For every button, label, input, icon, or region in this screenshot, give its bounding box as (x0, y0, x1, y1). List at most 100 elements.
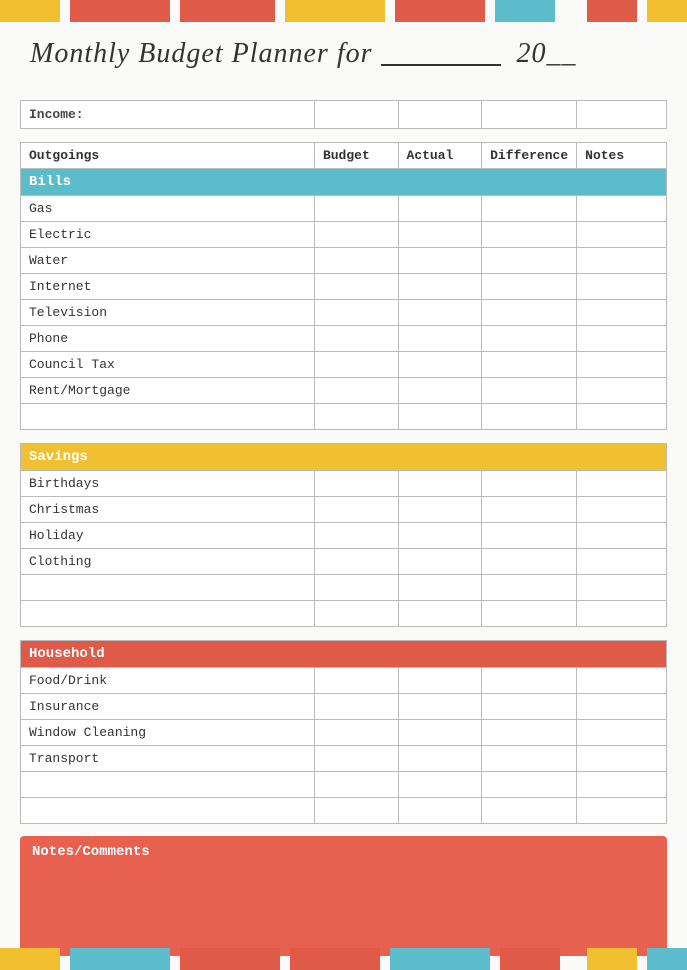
bar-yellow-2 (285, 0, 385, 22)
row-insurance: Insurance (21, 694, 667, 720)
content-area: Income: Outgoings Budget Actual Differen… (20, 100, 667, 930)
bot-bar-red-3 (500, 948, 560, 970)
category-bills: Bills (21, 169, 667, 196)
column-header-row: Outgoings Budget Actual Difference Notes (21, 143, 667, 169)
row-transport: Transport (21, 746, 667, 772)
item-phone: Phone (21, 326, 315, 352)
title-line (381, 32, 501, 66)
item-television: Television (21, 300, 315, 326)
row-phone: Phone (21, 326, 667, 352)
bot-bar-yellow-2 (587, 948, 637, 970)
bills-label: Bills (21, 169, 667, 196)
bar-red-1 (70, 0, 170, 22)
row-television: Television (21, 300, 667, 326)
bar-gap-1 (60, 0, 70, 22)
bills-empty-1 (21, 404, 667, 430)
income-row: Income: (21, 101, 667, 129)
item-holiday: Holiday (21, 523, 315, 549)
title-area: Monthly Budget Planner for 20__ (30, 32, 657, 70)
bar-gap-3 (275, 0, 285, 22)
income-label: Income: (21, 101, 315, 129)
savings-label: Savings (21, 444, 667, 471)
bot-bar-gap-4 (380, 948, 390, 970)
category-household: Household (21, 641, 667, 668)
income-notes (577, 101, 667, 129)
item-internet: Internet (21, 274, 315, 300)
bar-yellow-3 (647, 0, 687, 22)
bar-red-3 (395, 0, 485, 22)
notes-section: Notes/Comments (20, 836, 667, 956)
bot-bar-gap-7 (637, 948, 647, 970)
income-diff (482, 101, 577, 129)
col-outgoings-header: Outgoings (21, 143, 315, 169)
item-water: Water (21, 248, 315, 274)
category-savings: Savings (21, 444, 667, 471)
budget-table: Income: Outgoings Budget Actual Differen… (20, 100, 667, 824)
item-christmas: Christmas (21, 497, 315, 523)
item-rent-mortgage: Rent/Mortgage (21, 378, 315, 404)
bot-bar-gap-5 (490, 948, 500, 970)
item-insurance: Insurance (21, 694, 315, 720)
bot-bar-gap-6 (560, 948, 587, 970)
row-clothing: Clothing (21, 549, 667, 575)
bot-bar-red-1 (180, 948, 280, 970)
row-birthdays: Birthdays (21, 471, 667, 497)
bar-gap-5 (485, 0, 495, 22)
bot-bar-blue-2 (390, 948, 490, 970)
bot-bar-red-2 (290, 948, 380, 970)
title-suffix: 20__ (517, 38, 577, 69)
item-council-tax: Council Tax (21, 352, 315, 378)
item-transport: Transport (21, 746, 315, 772)
page: Monthly Budget Planner for 20__ Income: (0, 0, 687, 970)
row-council-tax: Council Tax (21, 352, 667, 378)
notes-content (32, 866, 655, 956)
row-christmas: Christmas (21, 497, 667, 523)
item-food-drink: Food/Drink (21, 668, 315, 694)
bot-bar-blue-1 (70, 948, 170, 970)
bar-gap-6 (555, 0, 587, 22)
bot-bar-gap-3 (280, 948, 290, 970)
household-label: Household (21, 641, 667, 668)
notes-label: Notes/Comments (32, 844, 655, 860)
income-budget (314, 101, 398, 129)
row-water: Water (21, 248, 667, 274)
bot-bar-blue-3 (647, 948, 687, 970)
item-electric: Electric (21, 222, 315, 248)
bottom-bar (0, 948, 687, 970)
savings-empty-2 (21, 601, 667, 627)
bar-gap-4 (385, 0, 395, 22)
bar-red-4 (587, 0, 637, 22)
row-food-drink: Food/Drink (21, 668, 667, 694)
col-notes-header: Notes (577, 143, 667, 169)
bot-bar-gap-2 (170, 948, 180, 970)
item-window-cleaning: Window Cleaning (21, 720, 315, 746)
spacer-3 (21, 627, 667, 641)
spacer-1 (21, 129, 667, 143)
row-internet: Internet (21, 274, 667, 300)
savings-empty-1 (21, 575, 667, 601)
bot-bar-yellow-1 (0, 948, 60, 970)
title-prefix: Monthly Budget Planner for (30, 38, 373, 69)
item-clothing: Clothing (21, 549, 315, 575)
main-title: Monthly Budget Planner for 20__ (30, 38, 577, 69)
bot-bar-gap-1 (60, 948, 70, 970)
row-holiday: Holiday (21, 523, 667, 549)
bar-gap-7 (637, 0, 647, 22)
row-gas: Gas (21, 196, 667, 222)
bar-blue-1 (495, 0, 555, 22)
bar-gap-2 (170, 0, 180, 22)
item-birthdays: Birthdays (21, 471, 315, 497)
bar-red-2 (180, 0, 275, 22)
income-actual (398, 101, 482, 129)
household-empty-1 (21, 772, 667, 798)
col-actual-header: Actual (398, 143, 482, 169)
spacer-2 (21, 430, 667, 444)
row-window-cleaning: Window Cleaning (21, 720, 667, 746)
row-electric: Electric (21, 222, 667, 248)
bar-yellow-1 (0, 0, 60, 22)
household-empty-2 (21, 798, 667, 824)
row-rent-mortgage: Rent/Mortgage (21, 378, 667, 404)
col-diff-header: Difference (482, 143, 577, 169)
item-gas: Gas (21, 196, 315, 222)
top-bar (0, 0, 687, 22)
